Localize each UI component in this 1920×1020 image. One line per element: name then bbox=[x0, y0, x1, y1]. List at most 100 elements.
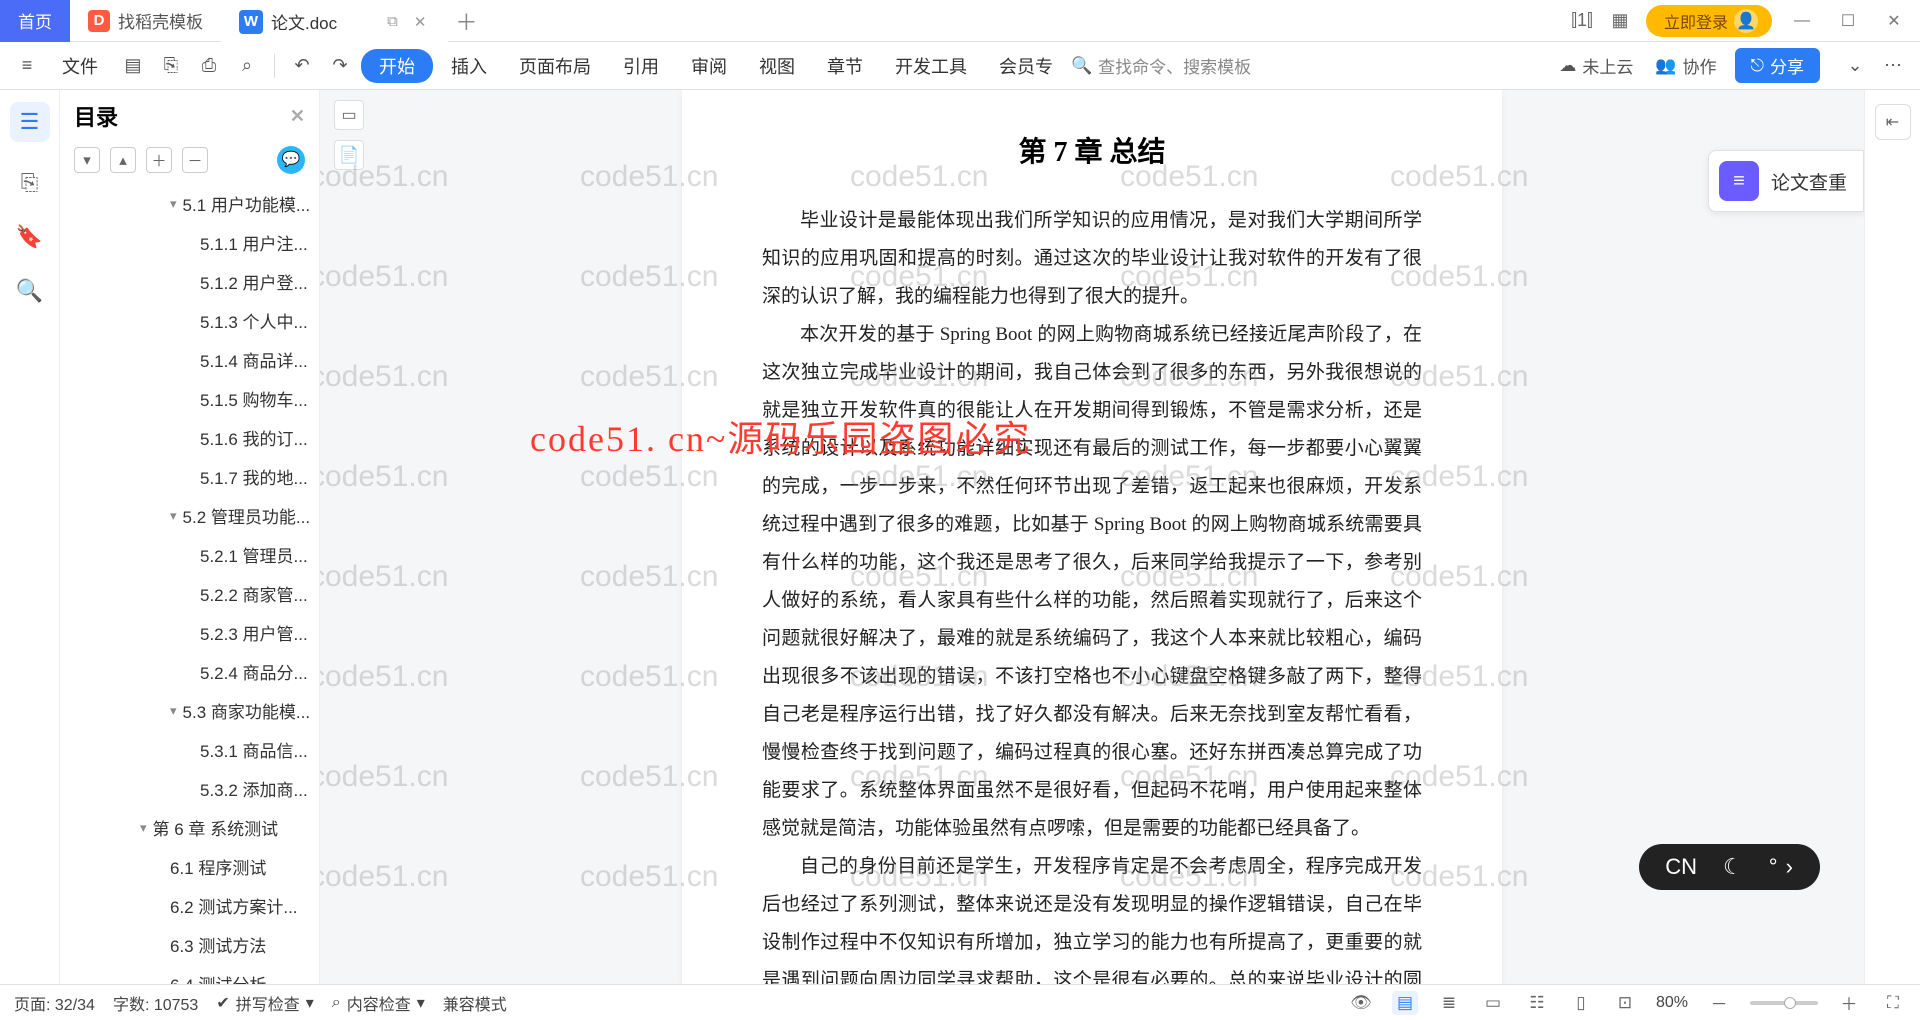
view-outline-icon[interactable]: ≣ bbox=[1436, 993, 1462, 1013]
menu-member[interactable]: 会员专 bbox=[985, 47, 1067, 85]
outline-item[interactable]: 5.1.5 购物车... bbox=[60, 379, 319, 418]
outline-item[interactable]: 5.1.6 我的订... bbox=[60, 418, 319, 457]
menu-review[interactable]: 审阅 bbox=[677, 47, 741, 85]
zoom-slider[interactable] bbox=[1750, 1001, 1818, 1005]
outline-item-label: 5.3.2 添加商... bbox=[200, 776, 308, 801]
document-canvas[interactable]: ▭ 📄 第 7 章 总结 毕业设计是最能体现出我们所学知识的应用情况，是对我们大… bbox=[320, 90, 1864, 984]
zoom-out-icon[interactable]: － bbox=[1706, 990, 1732, 1015]
ime-bar[interactable]: CN ☾ ° › bbox=[1639, 844, 1820, 890]
outline-item[interactable]: 5.3.2 添加商... bbox=[60, 769, 319, 808]
watermark: code51.cn bbox=[320, 260, 448, 294]
outline-item[interactable]: 6.4 测试分析 bbox=[60, 964, 319, 984]
ruler-icon[interactable]: ▯ bbox=[1568, 993, 1594, 1013]
zoom-level[interactable]: 80% bbox=[1656, 994, 1688, 1012]
collapse-all-icon[interactable]: ▾ bbox=[74, 147, 100, 173]
menu-file[interactable]: 文件 bbox=[48, 47, 112, 85]
preview-icon[interactable]: ⌕ bbox=[230, 55, 264, 76]
chevron-down-icon: ▾ bbox=[140, 820, 147, 836]
outline-item[interactable]: 5.1.3 个人中... bbox=[60, 301, 319, 340]
view-web-icon[interactable]: ☷ bbox=[1524, 993, 1550, 1013]
tab-home[interactable]: 首页 bbox=[0, 0, 70, 42]
remove-heading-icon[interactable]: － bbox=[182, 147, 208, 173]
outline-item[interactable]: 5.2.3 用户管... bbox=[60, 613, 319, 652]
bookmark-icon[interactable]: 🔖 bbox=[16, 224, 43, 250]
outline-item[interactable]: 5.3.1 商品信... bbox=[60, 730, 319, 769]
close-window-icon[interactable]: ✕ bbox=[1878, 11, 1910, 31]
outline-item[interactable]: 5.1.1 用户注... bbox=[60, 223, 319, 262]
new-tab-button[interactable]: ＋ bbox=[448, 5, 484, 37]
plagiarism-label: 论文查重 bbox=[1771, 168, 1847, 195]
fullscreen-icon[interactable]: ⛶ bbox=[1880, 993, 1906, 1013]
share-button[interactable]: ⎋ 分享 bbox=[1735, 48, 1820, 83]
clipboard-icon[interactable]: ⎘ bbox=[21, 170, 39, 196]
word-count[interactable]: 字数: 10753 bbox=[113, 991, 198, 1015]
outline-icon[interactable]: ☰ bbox=[10, 102, 50, 142]
outline-item-label: 5.1.1 用户注... bbox=[200, 230, 308, 255]
menu-insert[interactable]: 插入 bbox=[437, 47, 501, 85]
menu-layout[interactable]: 页面布局 bbox=[505, 47, 605, 85]
outline-item[interactable]: 5.2.1 管理员... bbox=[60, 535, 319, 574]
menu-chapter[interactable]: 章节 bbox=[813, 47, 877, 85]
menu-refs[interactable]: 引用 bbox=[609, 47, 673, 85]
close-outline-icon[interactable]: ✕ bbox=[290, 106, 305, 127]
detach-tab-icon[interactable]: ⧉ bbox=[383, 13, 402, 30]
outline-item[interactable]: 5.1.7 我的地... bbox=[60, 457, 319, 496]
page-tool-2-icon[interactable]: 📄 bbox=[334, 140, 364, 170]
outline-item-label: 6.2 测试方案计... bbox=[170, 893, 298, 918]
undo-icon[interactable]: ↶ bbox=[285, 55, 319, 76]
print-icon[interactable]: ⎙ bbox=[192, 55, 226, 76]
view-read-icon[interactable]: ▭ bbox=[1480, 993, 1506, 1013]
outline-item[interactable]: 6.3 测试方法 bbox=[60, 925, 319, 964]
maximize-icon[interactable]: ☐ bbox=[1832, 11, 1864, 31]
outline-item[interactable]: 5.2.4 商品分... bbox=[60, 652, 319, 691]
plagiarism-check-button[interactable]: ≡ 论文查重 bbox=[1708, 150, 1864, 212]
menu-devtools[interactable]: 开发工具 bbox=[881, 47, 981, 85]
outline-item[interactable]: 6.2 测试方案计... bbox=[60, 886, 319, 925]
minimize-icon[interactable]: — bbox=[1786, 12, 1818, 30]
login-button[interactable]: 立即登录 👤 bbox=[1646, 5, 1772, 37]
page-indicator[interactable]: 页面: 32/34 bbox=[14, 991, 95, 1015]
collapse-ribbon-icon[interactable]: ⌄ bbox=[1838, 55, 1872, 76]
saveas-icon[interactable]: ⎘ bbox=[154, 55, 188, 76]
avatar-icon: 👤 bbox=[1734, 9, 1758, 33]
outline-item[interactable]: 5.1.2 用户登... bbox=[60, 262, 319, 301]
page-tool-1-icon[interactable]: ▭ bbox=[334, 100, 364, 130]
hamburger-icon[interactable]: ≡ bbox=[10, 55, 44, 76]
zoom-fit-icon[interactable]: ⊡ bbox=[1612, 993, 1638, 1013]
expand-all-icon[interactable]: ▴ bbox=[110, 147, 136, 173]
reader-icon[interactable]: ⫿1⫿ bbox=[1570, 10, 1594, 31]
content-check[interactable]: ⌕ 内容检查 ▾ bbox=[332, 991, 425, 1015]
more-icon[interactable]: ⋯ bbox=[1876, 55, 1910, 76]
cloud-status[interactable]: ☁ 未上云 bbox=[1559, 53, 1633, 78]
zoom-in-icon[interactable]: ＋ bbox=[1836, 990, 1862, 1015]
command-search[interactable]: 🔍 查找命令、搜索模板 bbox=[1071, 53, 1251, 78]
collab-button[interactable]: 👥 协作 bbox=[1655, 53, 1716, 78]
tab-template[interactable]: D 找稻壳模板 bbox=[70, 0, 221, 42]
save-icon[interactable]: ▤ bbox=[116, 55, 150, 76]
chevron-down-icon: ▾ bbox=[170, 508, 177, 524]
outline-item[interactable]: 5.1.4 商品详... bbox=[60, 340, 319, 379]
outline-item-label: 5.1.2 用户登... bbox=[200, 269, 308, 294]
chat-icon[interactable]: 💬 bbox=[277, 146, 305, 174]
outline-item-label: 6.3 测试方法 bbox=[170, 932, 266, 957]
eye-icon[interactable]: 👁 bbox=[1348, 993, 1374, 1013]
outline-item[interactable]: 5.2.2 商家管... bbox=[60, 574, 319, 613]
add-heading-icon[interactable]: ＋ bbox=[146, 147, 172, 173]
outline-item[interactable]: ▾第 6 章 系统测试 bbox=[60, 808, 319, 847]
menu-start[interactable]: 开始 bbox=[361, 49, 433, 83]
apps-icon[interactable]: ▦ bbox=[1608, 10, 1632, 31]
spell-check[interactable]: ✔ 拼写检查 ▾ bbox=[216, 991, 313, 1015]
search-panel-icon[interactable]: 🔍 bbox=[16, 278, 43, 304]
menu-view[interactable]: 视图 bbox=[745, 47, 809, 85]
outline-item[interactable]: 6.1 程序测试 bbox=[60, 847, 319, 886]
view-page-icon[interactable]: ▤ bbox=[1392, 991, 1418, 1015]
redo-icon[interactable]: ↷ bbox=[323, 55, 357, 76]
tab-document[interactable]: W 论文.doc ⧉ ✕ bbox=[221, 0, 448, 42]
outline-item-label: 5.1.4 商品详... bbox=[200, 347, 308, 372]
outline-item[interactable]: ▾5.1 用户功能模... bbox=[60, 184, 319, 223]
outline-item[interactable]: ▾5.3 商家功能模... bbox=[60, 691, 319, 730]
close-tab-icon[interactable]: ✕ bbox=[410, 13, 431, 31]
outline-item[interactable]: ▾5.2 管理员功能... bbox=[60, 496, 319, 535]
compat-mode[interactable]: 兼容模式 bbox=[443, 991, 507, 1015]
expand-panel-icon[interactable]: ⇤ bbox=[1875, 104, 1911, 140]
